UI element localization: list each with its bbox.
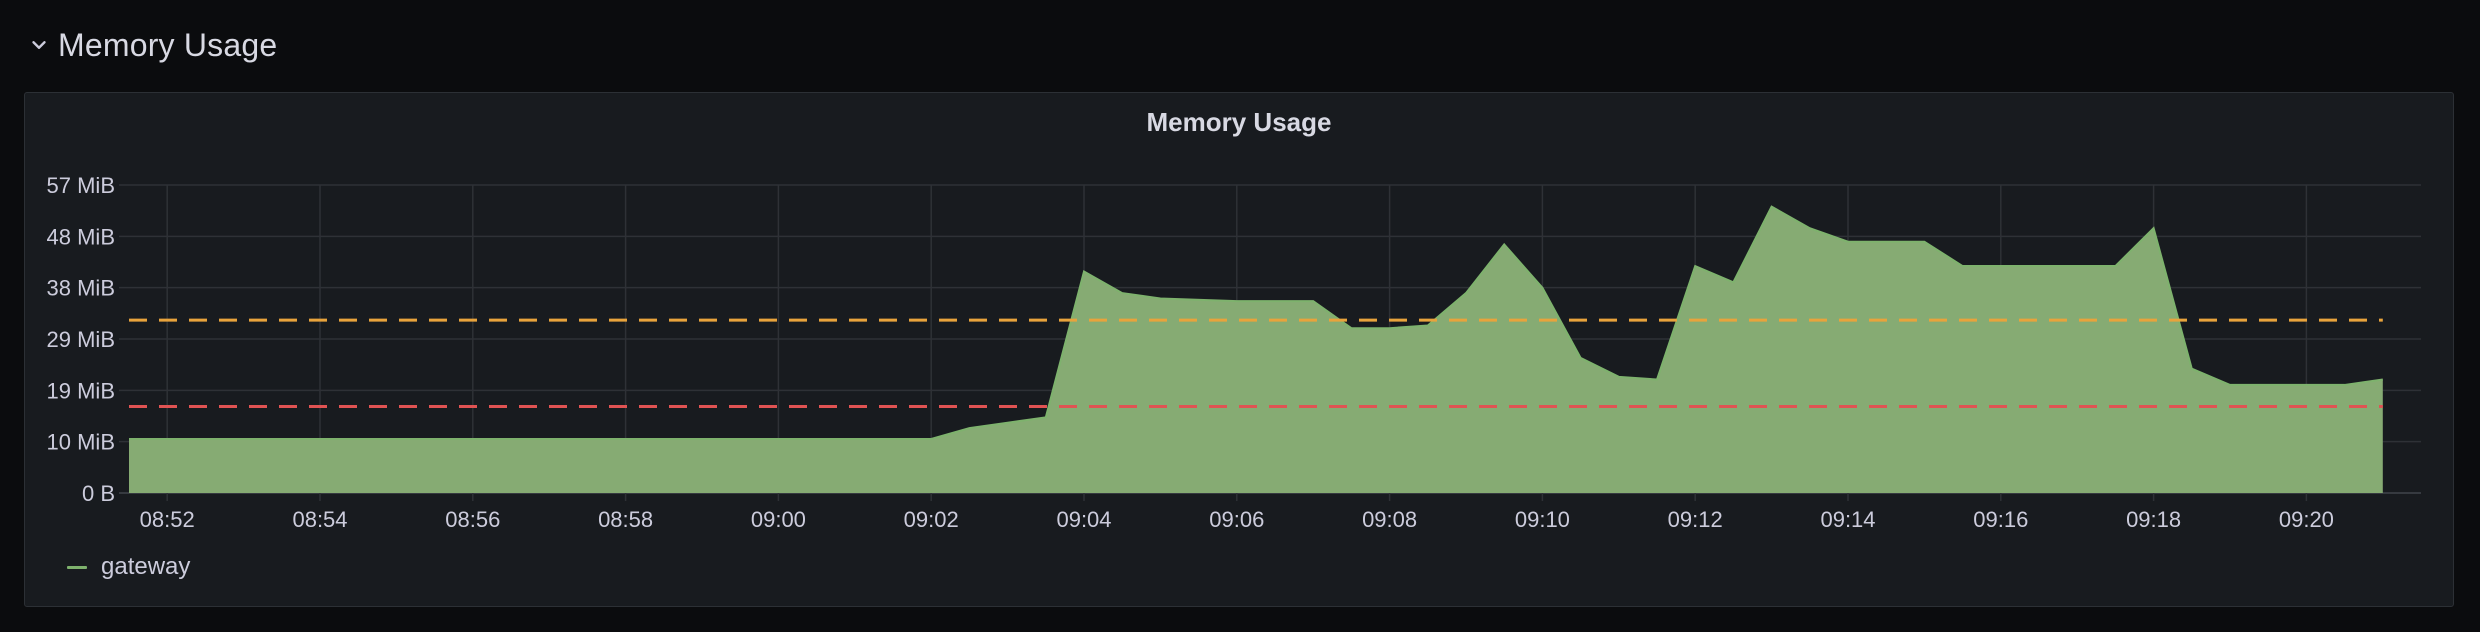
x-tick-label: 08:58 [598, 507, 653, 532]
row-title: Memory Usage [58, 26, 278, 63]
legend-item-gateway[interactable]: gateway [101, 553, 190, 581]
chevron-down-icon [32, 41, 46, 49]
y-tick-label: 48 MiB [47, 224, 115, 249]
x-tick-label: 08:52 [140, 507, 195, 532]
legend-swatch-gateway [67, 565, 87, 569]
row-collapse-toggle[interactable]: Memory Usage [28, 22, 277, 68]
x-tick-label: 09:10 [1515, 507, 1570, 532]
legend: gateway [67, 553, 190, 581]
x-tick-label: 09:12 [1668, 507, 1723, 532]
y-tick-label: 29 MiB [47, 327, 115, 352]
y-tick-label: 0 B [82, 481, 115, 506]
y-tick-label: 57 MiB [47, 173, 115, 198]
memory-usage-chart[interactable]: 0 B 10 MiB 19 MiB 29 MiB 38 MiB 48 MiB 57 MiB 0… [25, 93, 2455, 608]
series-area-gateway [129, 206, 2383, 493]
x-tick-label: 08:54 [292, 507, 347, 532]
x-tick-label: 09:18 [2126, 507, 2181, 532]
x-tick-label: 09:04 [1056, 507, 1111, 532]
x-tick-label: 09:06 [1209, 507, 1264, 532]
memory-usage-panel: Memory Usage 0 B 10 MiB 19 MiB 29 MiB 38 MiB… [24, 92, 2454, 607]
x-tick-label: 08:56 [445, 507, 500, 532]
y-tick-label: 38 MiB [47, 276, 115, 301]
x-tick-label: 09:00 [751, 507, 806, 532]
x-tick-label: 09:14 [1820, 507, 1875, 532]
x-tick-label: 09:02 [904, 507, 959, 532]
y-tick-label: 19 MiB [47, 378, 115, 403]
y-tick-label: 10 MiB [47, 430, 115, 455]
x-tick-label: 09:16 [1973, 507, 2028, 532]
x-tick-label: 09:20 [2279, 507, 2334, 532]
x-tick-label: 09:08 [1362, 507, 1417, 532]
